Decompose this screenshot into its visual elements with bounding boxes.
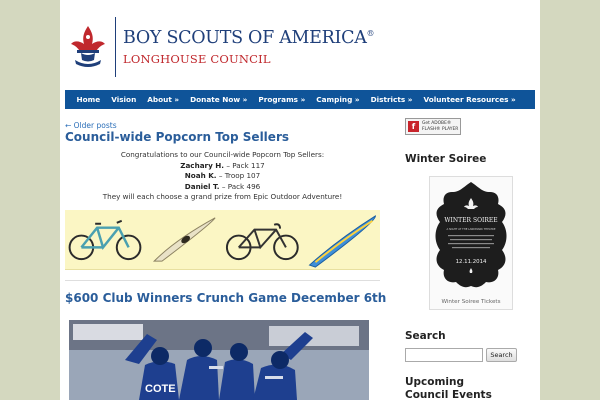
seller-line: Daniel T. – Pack 496 <box>65 182 380 193</box>
winter-soiree-poster[interactable]: WINTER SOIREE A NIGHT AT THE LANDMARK TH… <box>432 180 510 290</box>
paddleboard-image <box>308 215 376 268</box>
search-heading: Search <box>405 330 446 342</box>
soiree-poster-date: 12.11.2014 <box>456 259 487 265</box>
soiree-tickets-caption[interactable]: Winter Soiree Tickets <box>429 299 513 305</box>
get-flash-player-badge[interactable]: f Get ADOBE® FLASH® PLAYER <box>405 118 461 135</box>
seller-unit: – Pack 117 <box>224 160 265 170</box>
flash-badge-line1: Get ADOBE® <box>422 121 452 126</box>
org-name[interactable]: BOY SCOUTS OF AMERICA® <box>123 28 375 48</box>
winter-soiree-heading: Winter Soiree <box>405 153 487 165</box>
post-outro: They will each choose a grand prize from… <box>102 192 343 201</box>
search-button[interactable]: Search <box>486 348 517 362</box>
post-title-popcorn[interactable]: Council-wide Popcorn Top Sellers <box>65 130 289 144</box>
bsa-fleur-de-lis-logo[interactable] <box>67 24 109 70</box>
registered-mark: ® <box>366 29 375 38</box>
council-name[interactable]: LONGHOUSE COUNCIL <box>123 52 271 66</box>
seller-name: Zachary H. <box>180 160 225 170</box>
nav-item-camping[interactable]: Camping » <box>311 95 365 104</box>
nav-item-about[interactable]: About » <box>142 95 185 104</box>
seller-line: Noah K. – Troop 107 <box>65 171 380 182</box>
nav-item-volunteer-resources[interactable]: Volunteer Resources » <box>418 95 521 104</box>
hockey-photo[interactable]: COTE <box>69 320 369 400</box>
nav-item-programs[interactable]: Programs » <box>253 95 311 104</box>
seller-line: Zachary H. – Pack 117 <box>65 161 380 172</box>
mountain-bike-image <box>68 219 142 261</box>
seller-unit: – Troop 107 <box>216 171 261 180</box>
nav-item-donate-now[interactable]: Donate Now » <box>185 95 253 104</box>
flash-icon: f <box>408 121 419 132</box>
logo-divider <box>115 17 116 77</box>
seller-name: Noah K. <box>184 171 217 180</box>
search-input[interactable] <box>405 348 483 362</box>
page: BOY SCOUTS OF AMERICA® LONGHOUSE COUNCIL… <box>60 0 540 400</box>
seller-name: Daniel T. <box>184 181 220 191</box>
soiree-poster-subtitle: A NIGHT AT THE LANDMARK THEATRE <box>447 227 496 231</box>
jersey-name-text: COTE <box>145 383 176 395</box>
nav-item-districts[interactable]: Districts » <box>365 95 418 104</box>
upcoming-events-heading: Upcoming Council Events <box>405 376 492 400</box>
main-nav: Home Vision About » Donate Now » Program… <box>65 90 535 109</box>
road-bike-image <box>225 223 299 261</box>
soiree-poster-title: WINTER SOIREE <box>444 217 497 224</box>
post-separator <box>65 280 380 281</box>
prize-banner-image[interactable] <box>65 210 380 270</box>
seller-unit: – Pack 496 <box>219 181 261 191</box>
nav-item-home[interactable]: Home <box>71 95 106 104</box>
post-intro: Congratulations to our Council-wide Popc… <box>120 150 325 159</box>
older-posts-link[interactable]: ← Older posts <box>65 121 117 130</box>
flash-badge-line2: FLASH® PLAYER <box>422 127 459 132</box>
nav-item-vision[interactable]: Vision <box>106 95 142 104</box>
kayak-image <box>152 217 216 262</box>
post-title-600-club[interactable]: $600 Club Winners Crunch Game December 6… <box>65 291 386 305</box>
